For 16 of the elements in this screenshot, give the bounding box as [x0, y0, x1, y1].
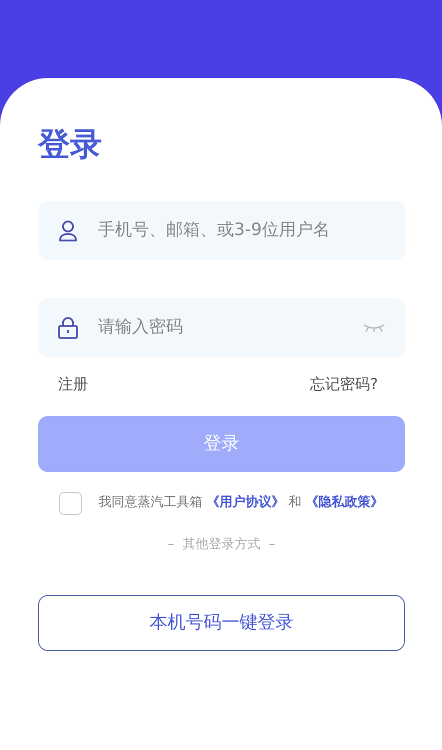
username-field[interactable]: 手机号、邮箱、或3-9位用户名: [96, 216, 385, 244]
lock-icon: [58, 316, 78, 338]
policy-link[interactable]: 《隐私政策》: [306, 495, 384, 510]
policy-link[interactable]: 《用户协议》: [206, 495, 284, 510]
closed-eye-icon[interactable]: [363, 322, 385, 332]
register-link[interactable]: 注册: [58, 373, 88, 396]
one-click-login-button[interactable]: 本机号码一键登录: [38, 594, 405, 650]
user-icon: [58, 220, 78, 242]
forgot-password-link[interactable]: 忘记密码?: [310, 373, 378, 396]
agreement-text: 我同意蒸汽工具箱 《用户协议》 和 《隐私政策》: [98, 494, 384, 512]
username-field[interactable]: 手机号、邮箱、或3-9位用户名: [38, 201, 405, 260]
password-field[interactable]: 请输入密码: [96, 314, 345, 342]
agree-checkbox[interactable]: [59, 492, 82, 514]
password-field[interactable]: 请输入密码: [38, 298, 405, 357]
page-title: 登录: [38, 124, 103, 165]
other-login-label: – 其他登录方式 –: [168, 536, 276, 552]
